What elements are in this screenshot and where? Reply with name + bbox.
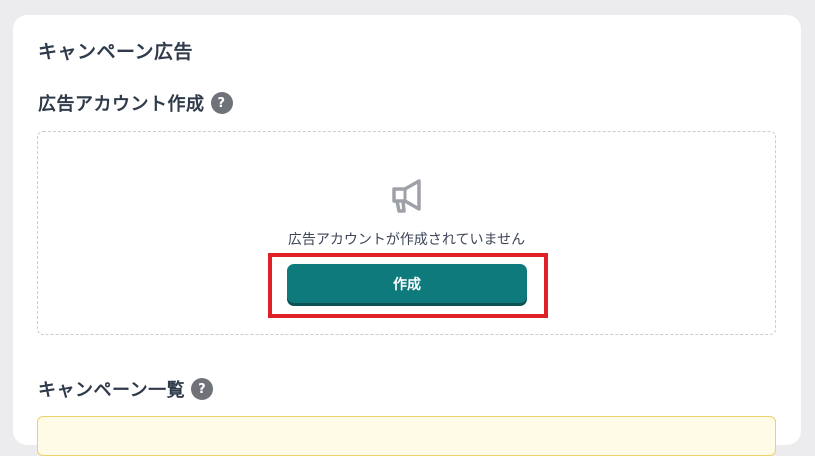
campaign-list-section-title: キャンペーン一覧 — [38, 380, 186, 401]
ad-account-section-header: 広告アカウント作成 ? — [38, 90, 233, 116]
empty-state-message: 広告アカウントが作成されていません — [287, 232, 526, 248]
campaign-ads-card: キャンペーン広告 広告アカウント作成 ? 広告アカウントが作成されていません 作… — [13, 15, 801, 456]
ad-account-empty-state: 広告アカウントが作成されていません 作成 — [37, 131, 776, 335]
campaign-list-notice — [37, 416, 776, 456]
help-icon[interactable]: ? — [191, 378, 214, 400]
ad-account-section-title: 広告アカウント作成 — [38, 94, 205, 115]
megaphone-icon — [392, 179, 421, 213]
create-button[interactable]: 作成 — [287, 264, 527, 303]
campaign-list-section-header: キャンペーン一覧 ? — [38, 376, 214, 402]
page-title: キャンペーン広告 — [38, 41, 194, 63]
help-icon[interactable]: ? — [210, 92, 233, 114]
